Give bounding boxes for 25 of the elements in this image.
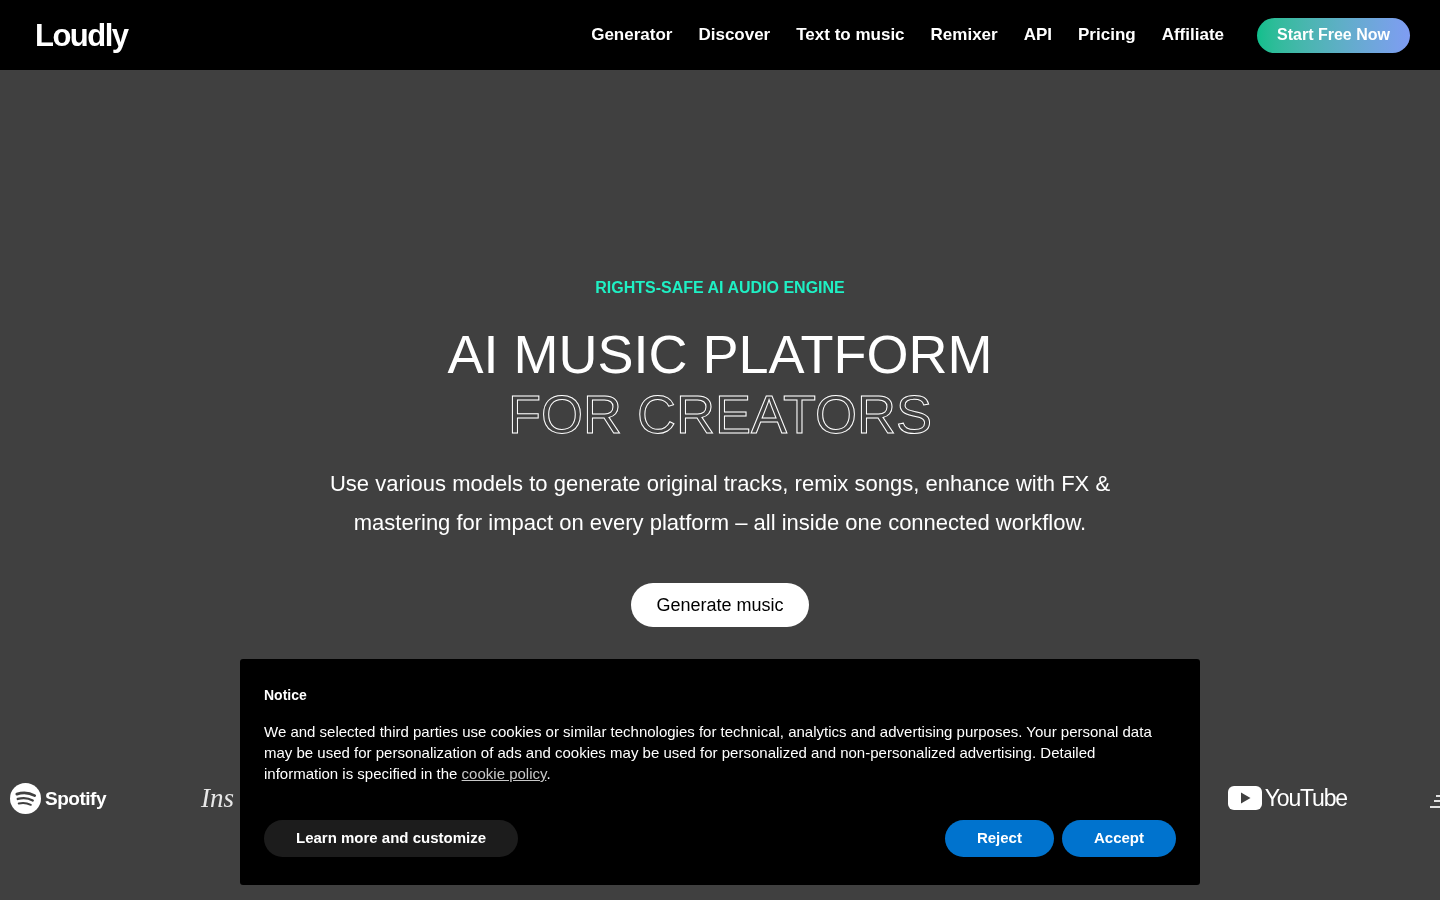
partial-logo-icon [1430,795,1440,809]
nav-link[interactable]: Pricing [1078,22,1136,48]
site-logo[interactable]: Loudly [35,19,128,51]
cookie-notice-title: Notice [264,686,308,705]
nav-link[interactable]: Text to music [796,22,905,48]
hero-outline-title: FOR CREATORS [507,384,932,444]
cookie-button[interactable]: Reject [944,820,1054,857]
cookie-button[interactable]: Accept [1061,820,1176,857]
script-logo-text: Ins [201,784,235,812]
hero-description: Use various models to generate original tracks, remix songs, enhance with FX & mastering for impact on every platform – all inside one connected workflow. [328,470,1112,537]
spotify-logo-text: Spotify [45,788,107,808]
nav-link[interactable]: API [1023,22,1053,48]
nav-link[interactable]: Discover [698,22,771,48]
youtube-play-icon [1227,786,1262,810]
cookie-policy-link[interactable]: cookie policy [461,765,547,782]
hero-title: AI MUSIC PLATFORM [447,324,993,384]
nav-link[interactable]: Remixer [930,22,998,48]
generate-music-button[interactable]: Generate music [631,583,809,627]
hero-eyebrow: RIGHTS-SAFE AI AUDIO ENGINE [595,279,845,297]
nav-link[interactable]: Generator [591,22,673,48]
youtube-logo-text: YouTube [1264,786,1347,810]
nav-link[interactable]: Affiliate [1161,22,1224,48]
cookie-notice-text: We and selected third parties use cookies or similar technologies for technical, analytics and advertising purposes. Your personal data may be used for personalization of ads and cookies may be used for personalized and non-personalized advertising. Detailed information is specified in the cookie policy. [264,722,1153,784]
cookie-button[interactable]: Learn more and customize [264,820,519,857]
spotify-logo-icon [10,782,41,814]
